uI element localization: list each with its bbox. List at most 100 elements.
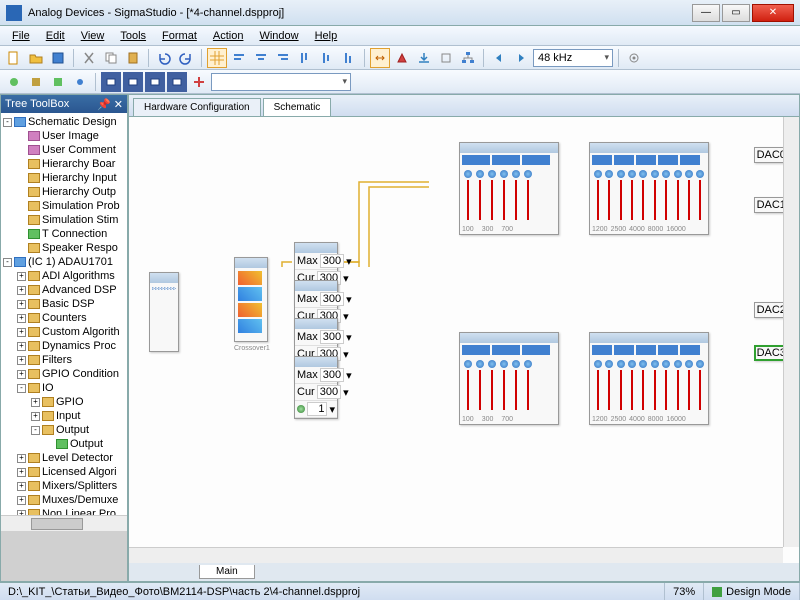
cap1-icon[interactable] — [101, 72, 121, 92]
grid-icon[interactable] — [207, 48, 227, 68]
dbg1-icon[interactable] — [4, 72, 24, 92]
tree-node[interactable]: Hierarchy Input — [3, 171, 125, 185]
tree-node[interactable]: +Muxes/Demuxe — [3, 493, 125, 507]
cap3-icon[interactable] — [145, 72, 165, 92]
tree-node[interactable]: +Filters — [3, 353, 125, 367]
tree-node[interactable]: User Comment — [3, 143, 125, 157]
tab-hardware[interactable]: Hardware Configuration — [133, 98, 261, 116]
tree-body[interactable]: -Schematic DesignUser ImageUser CommentH… — [1, 113, 127, 515]
menu-action[interactable]: Action — [205, 28, 252, 44]
tree-empty-area — [1, 531, 127, 581]
canvas-tabs: Hardware Configuration Schematic — [129, 95, 799, 117]
tree-node[interactable]: +Non Linear Pro — [3, 507, 125, 515]
capture-combo[interactable] — [211, 73, 351, 91]
tree-node[interactable]: -IO — [3, 381, 125, 395]
tab-main[interactable]: Main — [199, 565, 255, 579]
open-icon[interactable] — [26, 48, 46, 68]
gain-block-4[interactable]: Max300▾ Cur300▾ 1▾ — [294, 356, 338, 419]
tree-node[interactable]: +GPIO Condition — [3, 367, 125, 381]
undo-icon[interactable] — [154, 48, 174, 68]
dbg4-icon[interactable] — [70, 72, 90, 92]
hierarchy-icon[interactable] — [458, 48, 478, 68]
close-button[interactable]: ✕ — [752, 4, 794, 22]
tree-toolbox-panel: Tree ToolBox 📌✕ -Schematic DesignUser Im… — [0, 94, 128, 582]
tree-node[interactable]: -(IC 1) ADAU1701 — [3, 255, 125, 269]
redo-icon[interactable] — [176, 48, 196, 68]
upload-icon[interactable] — [436, 48, 456, 68]
new-icon[interactable] — [4, 48, 24, 68]
align-center-icon[interactable] — [251, 48, 271, 68]
dbg2-icon[interactable] — [26, 72, 46, 92]
copy-icon[interactable] — [101, 48, 121, 68]
tree-header: Tree ToolBox 📌✕ — [1, 95, 127, 113]
tree-node[interactable]: +Basic DSP — [3, 297, 125, 311]
tree-node[interactable]: +Mixers/Splitters — [3, 479, 125, 493]
tree-node[interactable]: Output — [3, 437, 125, 451]
status-path: D:\_KIT_\Статьи_Видео_Фото\BM2114-DSP\ча… — [0, 583, 665, 600]
tree-node[interactable]: -Output — [3, 423, 125, 437]
menu-window[interactable]: Window — [251, 28, 306, 44]
tree-node[interactable]: Simulation Prob — [3, 199, 125, 213]
dbg3-icon[interactable] — [48, 72, 68, 92]
tree-node[interactable]: +Dynamics Proc — [3, 339, 125, 353]
minimize-button[interactable]: — — [692, 4, 720, 22]
eq-block-2[interactable]: 120025004000800016000 — [589, 142, 709, 235]
align-top-icon[interactable] — [295, 48, 315, 68]
toolbar-debug — [0, 70, 800, 94]
menu-help[interactable]: Help — [307, 28, 346, 44]
paste-icon[interactable] — [123, 48, 143, 68]
tree-scrollbar-h[interactable] — [1, 515, 127, 531]
eq-block-3[interactable]: 100300700 — [459, 332, 559, 425]
align-bot-icon[interactable] — [339, 48, 359, 68]
status-mode: Design Mode — [704, 583, 800, 600]
eq-block-1[interactable]: 100300700 — [459, 142, 559, 235]
crossover-block[interactable] — [234, 257, 268, 342]
tree-node[interactable]: Hierarchy Boar — [3, 157, 125, 171]
schematic-canvas[interactable]: ▹▹▹▹▹▹▹▹ Crossover1 Max300▾ Cur300▾ — [129, 117, 799, 563]
tree-node[interactable]: -Schematic Design — [3, 115, 125, 129]
menu-edit[interactable]: Edit — [38, 28, 73, 44]
compile-icon[interactable] — [392, 48, 412, 68]
menu-file[interactable]: File — [4, 28, 38, 44]
tree-node[interactable]: +Custom Algorith — [3, 325, 125, 339]
tree-node[interactable]: +Level Detector — [3, 451, 125, 465]
window-titlebar: Analog Devices - SigmaStudio - [*4-chann… — [0, 0, 800, 26]
pin-icon[interactable]: 📌 — [97, 98, 111, 111]
tree-node[interactable]: T Connection — [3, 227, 125, 241]
download-icon[interactable] — [414, 48, 434, 68]
align-mid-icon[interactable] — [317, 48, 337, 68]
fwd-icon[interactable] — [511, 48, 531, 68]
tree-node[interactable]: +ADI Algorithms — [3, 269, 125, 283]
tree-node[interactable]: +Advanced DSP — [3, 283, 125, 297]
close-panel-icon[interactable]: ✕ — [114, 98, 123, 111]
tree-node[interactable]: Hierarchy Outp — [3, 185, 125, 199]
window-title: Analog Devices - SigmaStudio - [*4-chann… — [28, 7, 692, 19]
align-left-icon[interactable] — [229, 48, 249, 68]
link-icon[interactable] — [370, 48, 390, 68]
maximize-button[interactable]: ▭ — [722, 4, 750, 22]
save-icon[interactable] — [48, 48, 68, 68]
eq-block-4[interactable]: 120025004000800016000 — [589, 332, 709, 425]
tree-node[interactable]: +Licensed Algori — [3, 465, 125, 479]
cut-icon[interactable] — [79, 48, 99, 68]
input-block[interactable]: ▹▹▹▹▹▹▹▹ — [149, 272, 179, 352]
tree-node[interactable]: User Image — [3, 129, 125, 143]
back-icon[interactable] — [489, 48, 509, 68]
tree-node[interactable]: Simulation Stim — [3, 213, 125, 227]
tree-node[interactable]: +Counters — [3, 311, 125, 325]
canvas-scrollbar-v[interactable] — [783, 117, 799, 547]
menu-format[interactable]: Format — [154, 28, 205, 44]
tree-node[interactable]: +Input — [3, 409, 125, 423]
cap4-icon[interactable] — [167, 72, 187, 92]
tab-schematic[interactable]: Schematic — [263, 98, 332, 116]
align-right-icon[interactable] — [273, 48, 293, 68]
tree-node[interactable]: +GPIO — [3, 395, 125, 409]
canvas-scrollbar-h[interactable] — [129, 547, 783, 563]
samplerate-combo[interactable]: 48 kHz — [533, 49, 613, 67]
menu-tools[interactable]: Tools — [112, 28, 154, 44]
add-icon[interactable] — [189, 72, 209, 92]
menu-view[interactable]: View — [73, 28, 113, 44]
settings-icon[interactable] — [624, 48, 644, 68]
cap2-icon[interactable] — [123, 72, 143, 92]
tree-node[interactable]: Speaker Respo — [3, 241, 125, 255]
